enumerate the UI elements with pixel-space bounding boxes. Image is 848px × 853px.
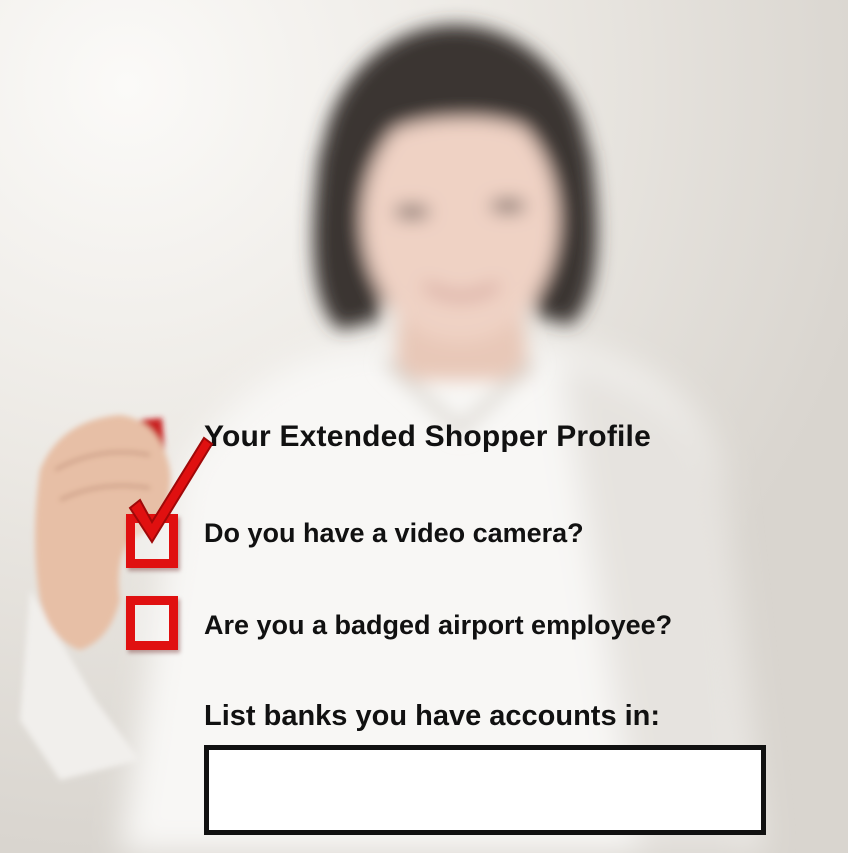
banks-label: List banks you have accounts in:: [204, 700, 661, 732]
airport-employee-question: Are you a badged airport employee?: [204, 610, 673, 640]
banks-input[interactable]: [204, 745, 766, 835]
form-title: Your Extended Shopper Profile: [204, 420, 651, 453]
shopper-profile-scene: Your Extended Shopper Profile Do you hav…: [0, 0, 848, 853]
video-camera-question: Do you have a video camera?: [204, 518, 584, 548]
video-camera-checkbox[interactable]: [126, 514, 178, 568]
airport-employee-checkbox[interactable]: [126, 596, 178, 650]
shopper-profile-form: Your Extended Shopper Profile Do you hav…: [0, 0, 848, 853]
